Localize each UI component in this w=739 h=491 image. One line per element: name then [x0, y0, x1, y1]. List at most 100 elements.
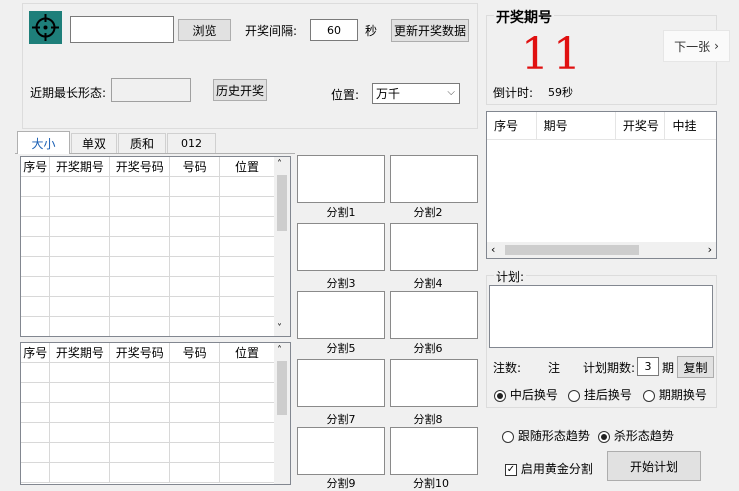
plan-label: 计划:: [494, 268, 527, 285]
chevron-right-icon: ›: [714, 39, 719, 53]
split-label-4: 分割4: [413, 277, 443, 290]
table-row[interactable]: [21, 216, 275, 237]
upper-col-number: 号码: [169, 157, 221, 177]
radio-swap-on-hit-indicator[interactable]: [494, 389, 506, 402]
table-row[interactable]: [21, 442, 275, 463]
browse-button[interactable]: 浏览: [178, 19, 231, 41]
scroll-down-icon[interactable]: ˅: [277, 323, 282, 334]
split-box-5[interactable]: [297, 291, 385, 339]
table-row[interactable]: [21, 362, 275, 383]
scroll-right-icon[interactable]: ›: [708, 243, 712, 256]
plan-periods-label: 计划期数:: [583, 361, 636, 375]
plan-textarea[interactable]: [489, 285, 713, 348]
next-button-label: 下一张: [674, 39, 711, 54]
lower-col-period: 开奖期号: [49, 343, 111, 363]
radio-follow-trend[interactable]: 跟随形态趋势: [502, 427, 590, 444]
lower-col-draw-number: 开奖号码: [109, 343, 171, 363]
result-header-hit: 中挂: [672, 119, 697, 133]
tab-size[interactable]: 大小: [17, 131, 70, 154]
tab-odd-even[interactable]: 单双: [71, 133, 117, 153]
split-box-4[interactable]: [390, 223, 478, 271]
upper-grid-body: [21, 176, 275, 336]
radio-kill-trend-indicator[interactable]: [598, 430, 610, 443]
split-label-6: 分割6: [413, 342, 443, 355]
radio-swap-on-miss-indicator[interactable]: [568, 389, 580, 402]
chevron-down-icon: ⌵: [447, 87, 455, 98]
split-box-7[interactable]: [297, 359, 385, 407]
copy-button[interactable]: 复制: [677, 356, 714, 378]
table-row[interactable]: [21, 236, 275, 257]
crosshair-icon[interactable]: [29, 11, 62, 44]
radio-swap-every-period[interactable]: 期期换号: [643, 386, 707, 403]
lower-grid-header-row: 序号 开奖期号 开奖号码 号码 位置: [21, 343, 275, 363]
history-button[interactable]: 历史开奖: [213, 79, 267, 101]
plan-periods-input[interactable]: 3: [637, 357, 659, 376]
radio-swap-on-miss[interactable]: 挂后换号: [568, 386, 632, 403]
split-label-5: 分割5: [326, 342, 356, 355]
table-row[interactable]: [21, 196, 275, 217]
result-header-index: 序号: [487, 112, 537, 139]
draw-period-title: 开奖期号: [494, 7, 554, 27]
checkbox-golden-split-indicator[interactable]: ✓: [505, 463, 517, 476]
split-label-3: 分割3: [326, 277, 356, 290]
table-row[interactable]: [21, 256, 275, 277]
position-select[interactable]: 万千 ⌵: [372, 83, 460, 104]
update-data-button[interactable]: 更新开奖数据: [391, 19, 469, 42]
checkbox-golden-split[interactable]: ✓ 启用黄金分割: [505, 460, 593, 477]
position-label: 位置:: [331, 88, 360, 102]
file-path-input[interactable]: [70, 16, 174, 43]
radio-swap-on-miss-label: 挂后换号: [583, 388, 632, 402]
table-row[interactable]: [21, 176, 275, 197]
table-row[interactable]: [21, 422, 275, 443]
longest-pattern-label: 近期最长形态:: [30, 86, 107, 100]
split-box-6[interactable]: [390, 291, 478, 339]
result-hscroll-thumb[interactable]: [505, 245, 639, 255]
table-row[interactable]: [21, 276, 275, 297]
radio-follow-trend-indicator[interactable]: [502, 430, 514, 443]
upper-grid-vscroll-thumb[interactable]: [277, 175, 287, 231]
interval-label: 开奖间隔:: [245, 24, 298, 38]
countdown-value: 59秒: [548, 86, 573, 99]
radio-swap-on-hit[interactable]: 中后换号: [494, 386, 558, 403]
draw-number: 11: [521, 29, 585, 80]
split-box-9[interactable]: [297, 427, 385, 475]
bets-label: 注数:: [493, 361, 522, 375]
lower-col-number: 号码: [169, 343, 221, 363]
split-box-2[interactable]: [390, 155, 478, 203]
lower-grid-vscrollbar[interactable]: ˄: [274, 343, 290, 484]
table-row[interactable]: [21, 296, 275, 317]
result-table-header: 序号 期号 开奖号 中挂: [487, 112, 716, 140]
result-header-number: 开奖号: [616, 112, 666, 139]
next-button[interactable]: 下一张 ›: [663, 30, 730, 62]
lower-grid-vscroll-thumb[interactable]: [277, 361, 287, 415]
interval-input[interactable]: 60: [310, 19, 358, 41]
tab-prime-composite[interactable]: 质和: [118, 133, 166, 153]
table-row[interactable]: [21, 382, 275, 403]
result-hscrollbar[interactable]: ‹ ›: [487, 242, 716, 258]
split-label-1: 分割1: [326, 206, 356, 219]
split-box-10[interactable]: [390, 427, 478, 475]
table-row[interactable]: [21, 402, 275, 423]
split-box-1[interactable]: [297, 155, 385, 203]
radio-kill-trend[interactable]: 杀形态趋势: [598, 427, 674, 444]
table-row[interactable]: [21, 316, 275, 336]
tab-012[interactable]: 012: [167, 133, 216, 153]
split-box-8[interactable]: [390, 359, 478, 407]
upper-grid-vscrollbar[interactable]: ˄ ˅: [274, 157, 290, 336]
upper-grid-header-row: 序号 开奖期号 开奖号码 号码 位置: [21, 157, 275, 177]
split-box-3[interactable]: [297, 223, 385, 271]
split-label-8: 分割8: [413, 413, 443, 426]
start-plan-button[interactable]: 开始计划: [607, 451, 701, 481]
scroll-left-icon[interactable]: ‹: [491, 243, 495, 256]
seconds-label: 秒: [365, 24, 378, 38]
result-table[interactable]: 序号 期号 开奖号 中挂 ‹ ›: [486, 111, 717, 259]
checkbox-golden-split-label: 启用黄金分割: [520, 462, 593, 476]
scroll-up-icon[interactable]: ˄: [277, 159, 282, 170]
split-label-2: 分割2: [413, 206, 443, 219]
scroll-up-icon[interactable]: ˄: [277, 345, 282, 356]
table-row[interactable]: [21, 462, 275, 483]
lower-col-index: 序号: [21, 343, 51, 363]
radio-swap-every-period-indicator[interactable]: [643, 389, 655, 402]
lower-grid[interactable]: 序号 开奖期号 开奖号码 号码 位置 ˄: [20, 342, 291, 485]
upper-grid[interactable]: 序号 开奖期号 开奖号码 号码 位置 ˄ ˅: [20, 156, 291, 337]
